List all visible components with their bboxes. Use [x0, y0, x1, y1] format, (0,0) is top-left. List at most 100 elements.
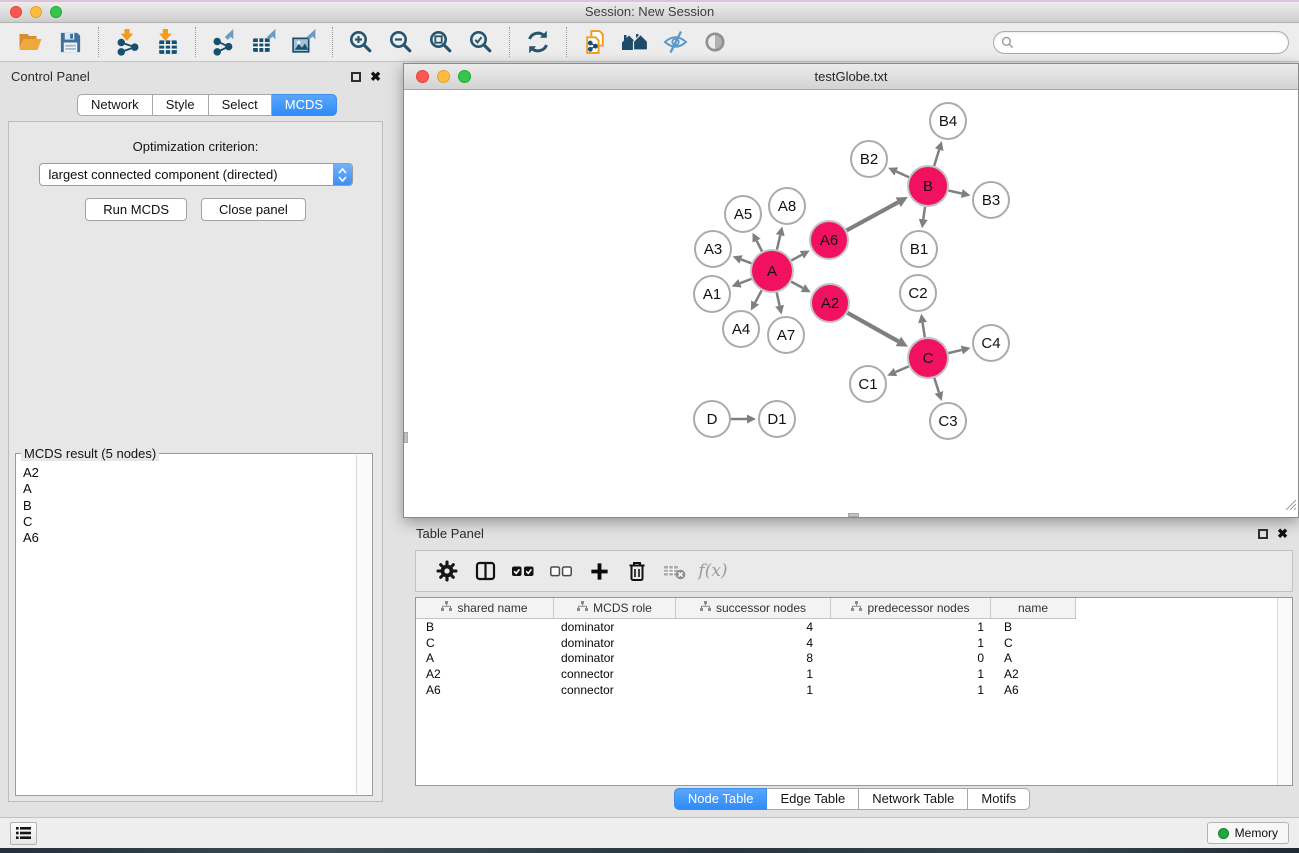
graph-node-B1[interactable]: B1	[901, 231, 937, 267]
graph-node-B3[interactable]: B3	[973, 182, 1009, 218]
graph-node-D[interactable]: D	[694, 401, 730, 437]
mcds-result-item[interactable]: A6	[17, 530, 356, 546]
tab-style[interactable]: Style	[153, 94, 209, 116]
table-row[interactable]: A2connector11A2	[416, 666, 1292, 682]
table-cell[interactable]: dominator	[554, 651, 676, 665]
columns-icon[interactable]	[466, 554, 504, 588]
table-cell[interactable]: dominator	[554, 620, 676, 634]
search-input[interactable]	[1019, 35, 1281, 49]
graph-node-A4[interactable]: A4	[723, 311, 759, 347]
refresh-layout-icon[interactable]	[518, 25, 558, 59]
minimize-network-button[interactable]	[437, 70, 450, 83]
save-session-icon[interactable]	[50, 25, 90, 59]
graph-node-A8[interactable]: A8	[769, 188, 805, 224]
home-view-icon[interactable]	[615, 25, 655, 59]
graph-edge-A-A7[interactable]	[777, 292, 780, 305]
network-canvas[interactable]: B4B2BB3A5A8A6A3B1AA1C2A2A4A7C4CC1C3DD1	[404, 91, 1298, 517]
graph-edge-A-A5[interactable]	[757, 241, 762, 252]
graph-edge-A2-C[interactable]	[847, 313, 898, 342]
tab-mcds[interactable]: MCDS	[272, 94, 337, 116]
graph-node-A2[interactable]: A2	[811, 284, 849, 322]
table-cell[interactable]: 1	[831, 636, 991, 650]
table-cell[interactable]: 1	[831, 683, 991, 697]
table-cell[interactable]: 0	[831, 651, 991, 665]
table-cell[interactable]: A2	[416, 667, 554, 681]
table-tab-node-table[interactable]: Node Table	[674, 788, 768, 810]
float-panel-icon[interactable]	[351, 72, 361, 82]
column-header-name[interactable]: name	[991, 598, 1076, 619]
column-header-shared-name[interactable]: shared name	[416, 598, 554, 619]
delete-column-icon[interactable]	[618, 554, 656, 588]
graph-edge-A-A2[interactable]	[791, 282, 803, 288]
graph-edge-A-A3[interactable]	[741, 259, 751, 263]
table-row[interactable]: Adominator80A	[416, 650, 1292, 666]
table-row[interactable]: Bdominator41B	[416, 619, 1292, 635]
graph-node-A1[interactable]: A1	[694, 276, 730, 312]
zoom-out-icon[interactable]	[381, 25, 421, 59]
show-graphics-icon[interactable]	[695, 25, 735, 59]
open-session-icon[interactable]	[10, 25, 50, 59]
result-scrollbar[interactable]	[356, 455, 371, 794]
table-cell[interactable]: C	[991, 636, 1076, 650]
mcds-result-item[interactable]: A2	[17, 465, 356, 481]
column-header-mcds-role[interactable]: MCDS role	[554, 598, 676, 619]
search-box[interactable]	[993, 31, 1289, 54]
graph-node-B2[interactable]: B2	[851, 141, 887, 177]
export-table-icon[interactable]	[244, 25, 284, 59]
table-cell[interactable]: B	[416, 620, 554, 634]
graph-edge-C-C2[interactable]	[923, 323, 925, 338]
graph-edge-A-A6[interactable]	[791, 255, 801, 261]
task-history-button[interactable]	[10, 822, 37, 845]
close-network-button[interactable]	[416, 70, 429, 83]
delete-table-icon[interactable]	[656, 554, 694, 588]
add-column-icon[interactable]	[580, 554, 618, 588]
clone-network-icon[interactable]	[575, 25, 615, 59]
table-cell[interactable]: 1	[676, 667, 831, 681]
table-tab-motifs[interactable]: Motifs	[968, 788, 1030, 810]
graph-edge-A6-B[interactable]	[847, 202, 899, 230]
import-table-icon[interactable]	[147, 25, 187, 59]
zoom-selected-icon[interactable]	[461, 25, 501, 59]
graph-edge-A-A4[interactable]	[755, 290, 761, 302]
graph-node-A6[interactable]: A6	[810, 221, 848, 259]
deselect-all-icon[interactable]	[542, 554, 580, 588]
graph-node-D1[interactable]: D1	[759, 401, 795, 437]
table-cell[interactable]: dominator	[554, 636, 676, 650]
table-tab-network-table[interactable]: Network Table	[859, 788, 968, 810]
float-table-panel-icon[interactable]	[1258, 529, 1268, 539]
graph-node-A5[interactable]: A5	[725, 196, 761, 232]
close-table-panel-icon[interactable]: ✖	[1277, 527, 1288, 540]
table-cell[interactable]: A2	[991, 667, 1076, 681]
export-image-icon[interactable]	[284, 25, 324, 59]
table-cell[interactable]: A	[991, 651, 1076, 665]
select-all-icon[interactable]	[504, 554, 542, 588]
graph-edge-B-B4[interactable]	[934, 150, 939, 166]
graph-edge-A-A8[interactable]	[777, 235, 780, 249]
minimize-window-button[interactable]	[30, 6, 42, 18]
table-tab-edge-table[interactable]: Edge Table	[767, 788, 859, 810]
graph-node-B[interactable]: B	[908, 166, 948, 206]
column-header-predecessor-nodes[interactable]: predecessor nodes	[831, 598, 991, 619]
zoom-window-button[interactable]	[50, 6, 62, 18]
close-panel-button[interactable]: Close panel	[201, 198, 306, 221]
mcds-result-item[interactable]: C	[17, 514, 356, 530]
graph-node-C4[interactable]: C4	[973, 325, 1009, 361]
canvas-left-grip[interactable]	[404, 432, 408, 443]
table-cell[interactable]: 1	[831, 620, 991, 634]
tab-network[interactable]: Network	[77, 94, 153, 116]
run-mcds-button[interactable]: Run MCDS	[85, 198, 187, 221]
zoom-in-icon[interactable]	[341, 25, 381, 59]
criterion-select[interactable]: largest connected component (directed)	[39, 163, 353, 186]
table-cell[interactable]: 4	[676, 636, 831, 650]
network-graph[interactable]: B4B2BB3A5A8A6A3B1AA1C2A2A4A7C4CC1C3DD1	[404, 91, 1298, 517]
zoom-network-button[interactable]	[458, 70, 471, 83]
gear-icon[interactable]	[428, 554, 466, 588]
export-network-icon[interactable]	[204, 25, 244, 59]
graph-node-B4[interactable]: B4	[930, 103, 966, 139]
graph-edge-A-A1[interactable]	[740, 279, 751, 283]
graph-node-A3[interactable]: A3	[695, 231, 731, 267]
column-header-successor-nodes[interactable]: successor nodes	[676, 598, 831, 619]
close-window-button[interactable]	[10, 6, 22, 18]
table-cell[interactable]: 1	[831, 667, 991, 681]
close-panel-icon[interactable]: ✖	[370, 70, 381, 83]
